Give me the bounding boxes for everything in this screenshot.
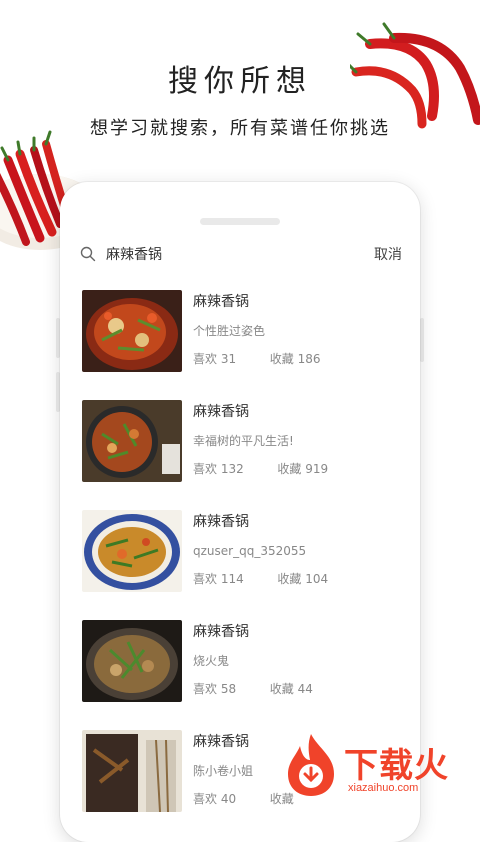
- favorites-label: 收藏: [269, 682, 294, 696]
- likes-count: 58: [220, 682, 237, 696]
- recipe-title: 麻辣香锅: [193, 514, 249, 530]
- cancel-button[interactable]: 取消: [374, 244, 402, 264]
- recipe-thumbnail: [82, 510, 182, 592]
- favorites-count: 104: [305, 572, 329, 586]
- recipe-thumbnail: [82, 290, 182, 372]
- likes-count: 132: [220, 462, 244, 476]
- recipe-author: 幸福树的平凡生活!: [193, 434, 294, 448]
- list-item[interactable]: 麻辣香锅 烧火鬼 喜欢 58 收藏 44: [82, 620, 402, 730]
- likes-count: 31: [220, 352, 237, 366]
- recipe-stats: 喜欢 58 收藏 44: [193, 680, 313, 698]
- recipe-title: 麻辣香锅: [193, 294, 249, 310]
- recipe-thumbnail: [82, 400, 182, 482]
- favorites-label: 收藏: [277, 572, 302, 586]
- favorites-label: 收藏: [269, 352, 294, 366]
- recipe-author: 烧火鬼: [193, 654, 230, 668]
- watermark-name: 下载火: [344, 746, 449, 786]
- watermark-logo: 下载火 xiazaihuo.com: [282, 730, 480, 800]
- recipe-title: 麻辣香锅: [193, 624, 249, 640]
- favorites-count: 44: [297, 682, 313, 696]
- recipe-author: qzuser_qq_352055: [193, 544, 307, 558]
- list-item[interactable]: 麻辣香锅 幸福树的平凡生活! 喜欢 132 收藏 919: [82, 400, 402, 510]
- recipe-author: 个性胜过姿色: [193, 324, 266, 338]
- search-bar[interactable]: 麻辣香锅 取消: [80, 240, 402, 268]
- recipe-title: 麻辣香锅: [193, 404, 249, 420]
- list-item[interactable]: 麻辣香锅 qzuser_qq_352055 喜欢 114 收藏 104: [82, 510, 402, 620]
- likes-count: 40: [220, 792, 237, 806]
- likes-label: 喜欢: [193, 462, 218, 476]
- favorites-count: 919: [305, 462, 329, 476]
- chili-decoration: [350, 22, 480, 129]
- likes-label: 喜欢: [193, 792, 218, 806]
- phone-side-key: [420, 318, 424, 362]
- flame-icon: [288, 734, 334, 796]
- search-icon: [80, 246, 96, 262]
- watermark-url: xiazaihuo.com: [348, 782, 419, 794]
- likes-label: 喜欢: [193, 352, 218, 366]
- recipe-stats: 喜欢 132 收藏 919: [193, 460, 328, 478]
- phone-speaker: [200, 218, 280, 225]
- recipe-stats: 喜欢 114 收藏 104: [193, 570, 328, 588]
- search-input[interactable]: 麻辣香锅: [106, 244, 374, 264]
- recipe-thumbnail: [82, 620, 182, 702]
- likes-count: 114: [220, 572, 244, 586]
- likes-label: 喜欢: [193, 572, 218, 586]
- likes-label: 喜欢: [193, 682, 218, 696]
- favorites-count: 186: [297, 352, 321, 366]
- favorites-label: 收藏: [277, 462, 302, 476]
- list-item[interactable]: 麻辣香锅 个性胜过姿色 喜欢 31 收藏 186: [82, 290, 402, 400]
- recipe-stats: 喜欢 31 收藏 186: [193, 350, 321, 368]
